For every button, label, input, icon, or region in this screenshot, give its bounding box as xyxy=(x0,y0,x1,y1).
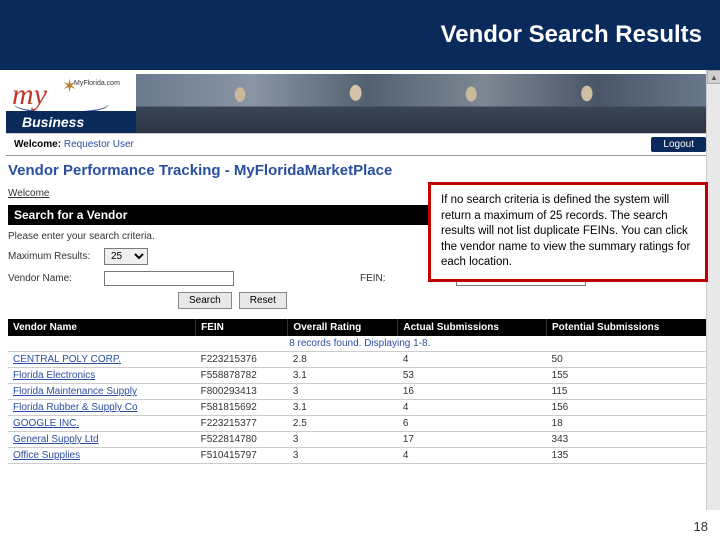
table-cell: F223215377 xyxy=(196,416,288,432)
welcome-label: Welcome: xyxy=(14,139,61,150)
results-table: Vendor Name FEIN Overall Rating Actual S… xyxy=(8,319,712,464)
max-results-label: Maximum Results: xyxy=(8,251,98,262)
col-potential: Potential Submissions xyxy=(547,319,712,336)
table-row: Florida Maintenance SupplyF8002934133161… xyxy=(8,384,712,400)
vendor-name-label: Vendor Name: xyxy=(8,273,98,284)
table-cell: 2.8 xyxy=(288,352,398,368)
vendor-name-cell[interactable]: Florida Maintenance Supply xyxy=(8,384,196,400)
table-cell: F800293413 xyxy=(196,384,288,400)
callout-text: If no search criteria is defined the sys… xyxy=(441,194,690,268)
table-cell: 16 xyxy=(398,384,547,400)
col-fein: FEIN xyxy=(196,319,288,336)
header-banner-image xyxy=(136,74,714,133)
table-row: General Supply LtdF522814780317343 xyxy=(8,432,712,448)
table-cell: 135 xyxy=(547,448,712,464)
vendor-name-cell[interactable]: GOOGLE INC. xyxy=(8,416,196,432)
col-actual: Actual Submissions xyxy=(398,319,547,336)
page-title: Vendor Performance Tracking - MyFloridaM… xyxy=(8,162,712,179)
results-count-row: 8 records found. Displaying 1-8. xyxy=(8,336,712,352)
logo-subtext: MyFlorida.com xyxy=(74,80,120,87)
logo-area: ✶ my MyFlorida.com Business xyxy=(6,74,136,133)
vendor-name-cell[interactable]: Florida Rubber & Supply Co xyxy=(8,400,196,416)
table-cell: F522814780 xyxy=(196,432,288,448)
table-cell: 3 xyxy=(288,448,398,464)
table-cell: F558878782 xyxy=(196,368,288,384)
table-cell: 3 xyxy=(288,432,398,448)
table-cell: 18 xyxy=(547,416,712,432)
search-button[interactable]: Search xyxy=(178,292,232,309)
results-header-row: Vendor Name FEIN Overall Rating Actual S… xyxy=(8,319,712,336)
table-cell: 4 xyxy=(398,400,547,416)
table-cell: 53 xyxy=(398,368,547,384)
welcome-bar: Welcome: Requestor User Logout xyxy=(6,134,714,156)
table-cell: F223215376 xyxy=(196,352,288,368)
table-cell: 50 xyxy=(547,352,712,368)
table-cell: 17 xyxy=(398,432,547,448)
scroll-up-icon[interactable]: ▲ xyxy=(707,70,720,84)
welcome-text: Welcome: Requestor User xyxy=(14,139,134,150)
table-cell: 155 xyxy=(547,368,712,384)
table-cell: 2.5 xyxy=(288,416,398,432)
table-cell: 3.1 xyxy=(288,368,398,384)
table-cell: F581815692 xyxy=(196,400,288,416)
reset-button[interactable]: Reset xyxy=(239,292,287,309)
col-vendor-name: Vendor Name xyxy=(8,319,196,336)
vendor-name-cell[interactable]: Florida Electronics xyxy=(8,368,196,384)
table-cell: 3.1 xyxy=(288,400,398,416)
col-rating: Overall Rating xyxy=(288,319,398,336)
info-callout: If no search criteria is defined the sys… xyxy=(428,182,708,282)
app-header: ✶ my MyFlorida.com Business xyxy=(6,74,714,134)
table-cell: 4 xyxy=(398,448,547,464)
welcome-user: Requestor User xyxy=(64,139,134,150)
table-cell: 3 xyxy=(288,384,398,400)
table-row: GOOGLE INC.F2232153772.5618 xyxy=(8,416,712,432)
vendor-name-cell[interactable]: General Supply Ltd xyxy=(8,432,196,448)
table-row: CENTRAL POLY CORP.F2232153762.8450 xyxy=(8,352,712,368)
slide-title-bar: Vendor Search Results xyxy=(0,0,720,70)
max-results-select[interactable]: 25 xyxy=(104,248,148,265)
results-count: 8 records found. Displaying 1-8. xyxy=(8,336,712,352)
scrollbar[interactable]: ▲ xyxy=(706,70,720,510)
table-row: Office SuppliesF51041579734135 xyxy=(8,448,712,464)
table-row: Florida Rubber & Supply CoF5818156923.14… xyxy=(8,400,712,416)
slide-title: Vendor Search Results xyxy=(441,21,702,49)
page-number: 18 xyxy=(694,519,708,534)
table-cell: 156 xyxy=(547,400,712,416)
vendor-name-input[interactable] xyxy=(104,271,234,286)
table-cell: 6 xyxy=(398,416,547,432)
table-cell: 343 xyxy=(547,432,712,448)
logout-button[interactable]: Logout xyxy=(651,137,706,152)
table-row: Florida ElectronicsF5588787823.153155 xyxy=(8,368,712,384)
table-cell: 115 xyxy=(547,384,712,400)
vendor-name-cell[interactable]: Office Supplies xyxy=(8,448,196,464)
table-cell: 4 xyxy=(398,352,547,368)
button-row: Search Reset xyxy=(8,292,712,309)
table-cell: F510415797 xyxy=(196,448,288,464)
welcome-link[interactable]: Welcome xyxy=(8,188,50,199)
vendor-name-cell[interactable]: CENTRAL POLY CORP. xyxy=(8,352,196,368)
